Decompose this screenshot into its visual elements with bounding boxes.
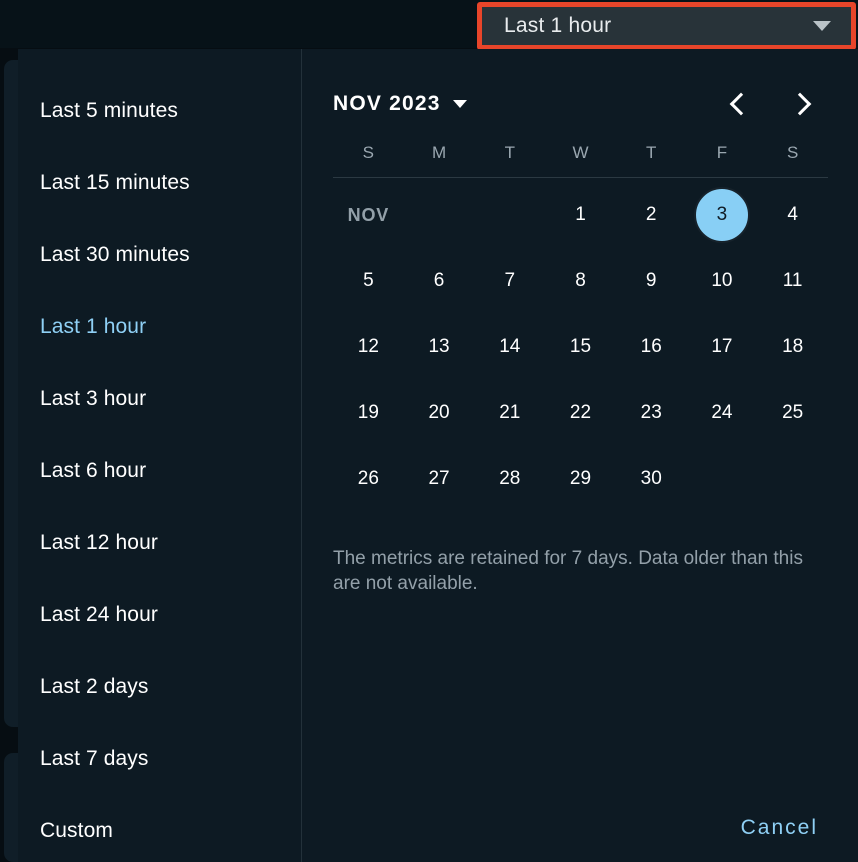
- day-cell[interactable]: 23: [616, 380, 687, 446]
- day-cell[interactable]: 7: [474, 248, 545, 314]
- preset-item[interactable]: Last 7 days: [18, 723, 301, 795]
- preset-item[interactable]: Last 30 minutes: [18, 219, 301, 291]
- day-cell[interactable]: 8: [545, 248, 616, 314]
- day-cell[interactable]: 1: [545, 182, 616, 248]
- chevron-down-icon: [452, 100, 467, 108]
- day-cell[interactable]: 13: [404, 314, 475, 380]
- day-cell[interactable]: 19: [333, 380, 404, 446]
- cancel-button[interactable]: Cancel: [741, 816, 818, 840]
- day-cell[interactable]: 16: [616, 314, 687, 380]
- preset-item[interactable]: Custom: [18, 795, 301, 862]
- day-cell[interactable]: 25: [757, 380, 828, 446]
- day-cell-empty: [687, 446, 758, 512]
- day-cell[interactable]: 21: [474, 380, 545, 446]
- day-cell[interactable]: 17: [687, 314, 758, 380]
- day-cell[interactable]: 30: [616, 446, 687, 512]
- weekday-label: T: [504, 143, 515, 162]
- preset-item[interactable]: Last 15 minutes: [18, 147, 301, 219]
- weekday-label: S: [786, 143, 799, 162]
- calendar-nav-group: [725, 91, 828, 117]
- day-cell[interactable]: 2: [616, 182, 687, 248]
- day-cell[interactable]: 22: [545, 380, 616, 446]
- preset-item[interactable]: Last 1 hour: [18, 291, 301, 363]
- weekday-label: F: [716, 143, 728, 162]
- weekday-label: W: [572, 143, 589, 162]
- day-cell[interactable]: 24: [687, 380, 758, 446]
- day-cell-empty: [757, 446, 828, 512]
- month-abbr-label: NOV: [347, 204, 390, 225]
- time-range-dropdown-panel: Last 5 minutes Last 15 minutes Last 30 min…: [18, 49, 858, 862]
- month-year-label: NOV 2023: [333, 92, 441, 115]
- calendar-section: NOV 2023 SMTWTFS NOV 1 2 3 4 5 6 7 8 9 10 11 12 13 14 1…: [302, 49, 858, 862]
- day-cell[interactable]: 12: [333, 314, 404, 380]
- day-cell[interactable]: 4: [757, 182, 828, 248]
- day-cell[interactable]: 29: [545, 446, 616, 512]
- day-cell[interactable]: 6: [404, 248, 475, 314]
- day-cell[interactable]: 15: [545, 314, 616, 380]
- day-cell-empty: [404, 182, 475, 248]
- calendar-day-grid: NOV 1 2 3 4 5 6 7 8 9 10 11 12 13 14 15 16 17 18 19 20 21 22 23…: [333, 182, 828, 512]
- day-cell-empty: [474, 182, 545, 248]
- day-cell[interactable]: 26: [333, 446, 404, 512]
- day-cell[interactable]: 28: [474, 446, 545, 512]
- day-cell[interactable]: 5: [333, 248, 404, 314]
- preset-item[interactable]: Last 2 days: [18, 651, 301, 723]
- calendar-header: NOV 2023: [333, 79, 828, 129]
- chevron-down-icon: [813, 21, 831, 31]
- day-cell[interactable]: 9: [616, 248, 687, 314]
- chevron-left-icon[interactable]: [725, 91, 751, 117]
- retention-note: The metrics are retained for 7 days. Dat…: [333, 548, 803, 594]
- day-cell-selected[interactable]: 3: [687, 182, 758, 248]
- chevron-right-icon[interactable]: [788, 91, 814, 117]
- day-cell[interactable]: 20: [404, 380, 475, 446]
- preset-item[interactable]: Last 3 hour: [18, 363, 301, 435]
- preset-item[interactable]: Last 5 minutes: [18, 75, 301, 147]
- day-number: 3: [693, 187, 750, 243]
- preset-item[interactable]: Last 12 hour: [18, 507, 301, 579]
- weekday-header-row: SMTWTFS: [333, 143, 828, 178]
- time-range-select-value: Last 1 hour: [504, 14, 612, 37]
- weekday-label: M: [431, 143, 447, 162]
- preset-item[interactable]: Last 6 hour: [18, 435, 301, 507]
- day-cell[interactable]: 11: [757, 248, 828, 314]
- preset-range-list: Last 5 minutes Last 15 minutes Last 30 min…: [18, 49, 302, 862]
- weekday-label: S: [362, 143, 375, 162]
- time-range-select[interactable]: Last 1 hour: [482, 7, 851, 45]
- day-cell[interactable]: 27: [404, 446, 475, 512]
- time-range-picker-screen: Last 1 hour Last 5 minutes Last 15 minute…: [0, 0, 858, 862]
- day-cell[interactable]: 10: [687, 248, 758, 314]
- preset-item[interactable]: Last 24 hour: [18, 579, 301, 651]
- day-cell[interactable]: 18: [757, 314, 828, 380]
- time-range-select-highlight: Last 1 hour: [477, 2, 856, 50]
- day-cell[interactable]: 14: [474, 314, 545, 380]
- month-year-selector[interactable]: NOV 2023: [333, 92, 467, 116]
- weekday-label: T: [646, 143, 657, 162]
